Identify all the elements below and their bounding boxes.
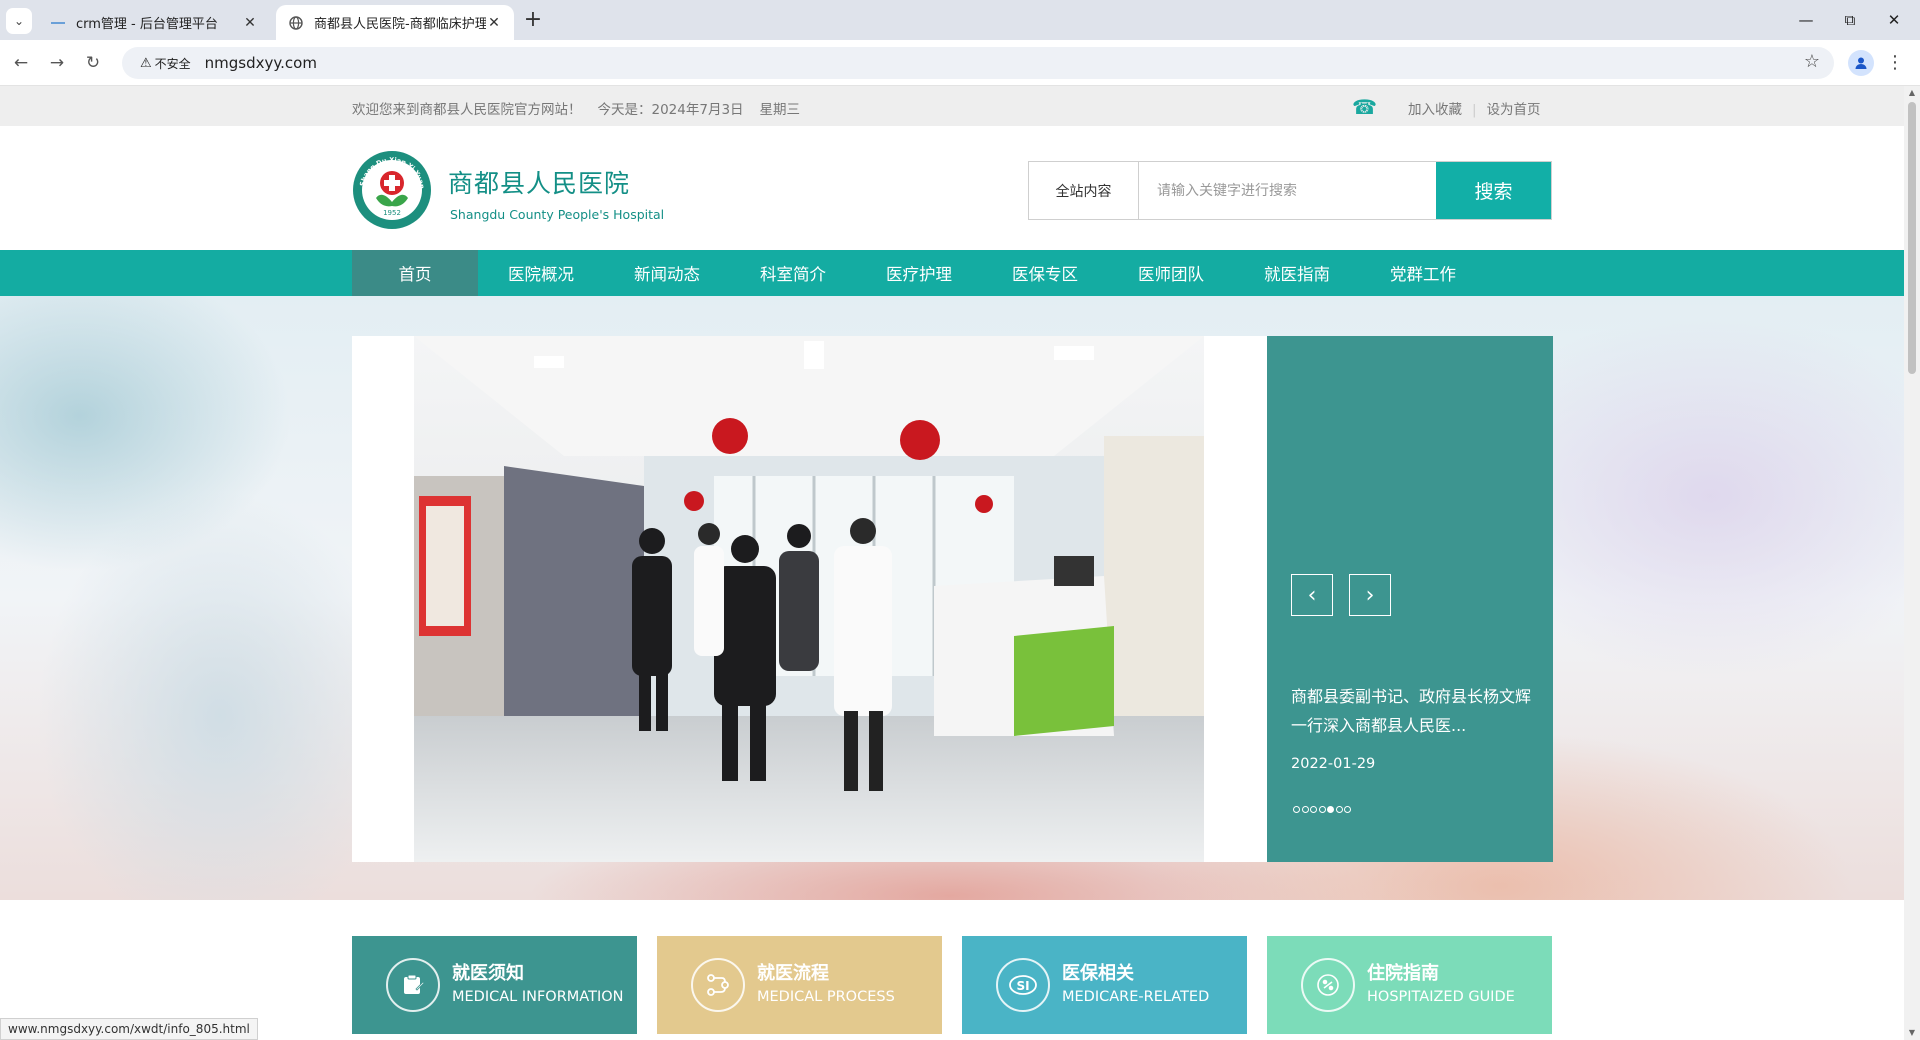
- tab-title: 商都县人民医院-商都临床护理: [314, 17, 486, 32]
- search-scope-select[interactable]: 全站内容: [1029, 162, 1139, 219]
- page-scrollbar[interactable]: ▲ ▼: [1904, 86, 1920, 1040]
- welcome-message: 欢迎您来到商都县人民医院官方网站！: [352, 102, 582, 118]
- address-bar[interactable]: ⚠ 不安全 nmgsdxyy.com ☆: [122, 47, 1834, 79]
- slide-info-panel: ‹ › 商都县委副书记、政府县长杨文辉一行深入商都县人民医... 2022-01…: [1267, 336, 1553, 862]
- page-viewport: 欢迎您来到商都县人民医院官方网站！ 今天是：2024年7月3日 星期三 ☎ 加入收藏…: [0, 86, 1904, 1040]
- hospital-name-en: Shangdu County People's Hospital: [450, 207, 665, 222]
- back-arrow-icon[interactable]: ←: [8, 50, 34, 76]
- hospitalized-icon: [1301, 958, 1355, 1012]
- card-medical-information[interactable]: 就医须知 MEDICAL INFORMATION: [352, 936, 637, 1034]
- tab-crm[interactable]: crm管理 - 后台管理平台 ✕: [38, 5, 270, 40]
- close-icon[interactable]: ✕: [486, 15, 502, 31]
- more-menu-icon[interactable]: ⋮: [1886, 50, 1904, 76]
- security-indicator[interactable]: ⚠ 不安全: [132, 51, 199, 75]
- card-subtitle: MEDICAL INFORMATION: [452, 989, 624, 1005]
- nav-item-nursing[interactable]: 医疗护理: [856, 250, 982, 296]
- card-title: 住院指南: [1367, 963, 1439, 984]
- nav-items: 首页 医院概况 新闻动态 科室简介 医疗护理 医保专区 医师团队 就医指南 党群…: [352, 250, 1486, 296]
- slide-dot[interactable]: [1335, 806, 1343, 813]
- slide-dot-active[interactable]: [1327, 806, 1334, 813]
- phone-icon: ☎: [1352, 95, 1377, 119]
- welcome-text: 欢迎您来到商都县人民医院官方网站！ 今天是：2024年7月3日 星期三: [352, 98, 816, 118]
- svg-text:1952: 1952: [383, 209, 401, 217]
- nav-item-guide[interactable]: 就医指南: [1234, 250, 1360, 296]
- card-title: 医保相关: [1062, 963, 1134, 984]
- crm-favicon-icon: [50, 15, 66, 31]
- slide-title[interactable]: 商都县委副书记、政府县长杨文辉一行深入商都县人民医...: [1291, 682, 1539, 740]
- weekday: 星期三: [759, 102, 801, 118]
- minimize-icon[interactable]: —: [1786, 6, 1826, 34]
- new-tab-button[interactable]: +: [520, 8, 546, 34]
- scroll-down-icon[interactable]: ▼: [1908, 1028, 1916, 1037]
- quick-links: 就医须知 MEDICAL INFORMATION 就医流程 MEDICAL PR…: [352, 936, 1552, 1040]
- nav-item-home[interactable]: 首页: [352, 250, 478, 296]
- slide-photo[interactable]: [414, 336, 1204, 862]
- main-nav: 首页 医院概况 新闻动态 科室简介 医疗护理 医保专区 医师团队 就医指南 党群…: [0, 250, 1904, 296]
- card-subtitle: MEDICARE-RELATED: [1062, 989, 1210, 1005]
- hero-banner: ‹ › 商都县委副书记、政府县长杨文辉一行深入商都县人民医... 2022-01…: [0, 296, 1904, 900]
- tab-hospital[interactable]: 商都县人民医院-商都临床护理 ✕: [276, 5, 514, 40]
- reload-icon[interactable]: ↻: [80, 50, 106, 76]
- tab-title: crm管理 - 后台管理平台: [76, 17, 218, 32]
- process-icon: [691, 958, 745, 1012]
- search-button[interactable]: 搜索: [1436, 162, 1551, 219]
- divider: |: [1472, 102, 1477, 118]
- hospital-logo[interactable]: Shang Du Xian Yi Yuan 1952: [352, 150, 432, 230]
- close-icon[interactable]: ✕: [242, 15, 258, 31]
- slide-dot[interactable]: [1293, 806, 1300, 813]
- card-medical-process[interactable]: 就医流程 MEDICAL PROCESS: [657, 936, 942, 1034]
- forward-arrow-icon[interactable]: →: [44, 50, 70, 76]
- card-subtitle: MEDICAL PROCESS: [757, 989, 895, 1005]
- card-subtitle: HOSPITAIZED GUIDE: [1367, 989, 1515, 1005]
- nav-item-news[interactable]: 新闻动态: [604, 250, 730, 296]
- prev-slide-button[interactable]: ‹: [1291, 574, 1333, 616]
- notice-icon: [386, 958, 440, 1012]
- globe-icon: [288, 15, 304, 31]
- insecure-label: 不安全: [154, 56, 191, 71]
- search-input[interactable]: [1139, 162, 1436, 219]
- url-text[interactable]: nmgsdxyy.com: [205, 54, 317, 72]
- slide-dot[interactable]: [1344, 806, 1351, 813]
- browser-tab-bar: ⌄ crm管理 - 后台管理平台 ✕ 商都县人民医院-商都临床护理 ✕ + — …: [0, 0, 1920, 40]
- chevron-right-icon: ›: [1365, 582, 1375, 608]
- tab-search-button[interactable]: ⌄: [6, 8, 32, 34]
- svg-text:SI: SI: [1016, 979, 1029, 993]
- top-info-bar: 欢迎您来到商都县人民医院官方网站！ 今天是：2024年7月3日 星期三 ☎ 加入收藏…: [0, 86, 1904, 126]
- chevron-down-icon: ⌄: [13, 14, 25, 28]
- browser-toolbar: ← → ↻ ⚠ 不安全 nmgsdxyy.com ☆ ⋮: [0, 40, 1920, 86]
- card-title: 就医须知: [452, 963, 524, 984]
- next-slide-button[interactable]: ›: [1349, 574, 1391, 616]
- site-search: 全站内容 搜索: [1028, 161, 1552, 220]
- nav-item-departments[interactable]: 科室简介: [730, 250, 856, 296]
- slide-date: 2022-01-29: [1291, 756, 1376, 772]
- nav-item-doctors[interactable]: 医师团队: [1108, 250, 1234, 296]
- chevron-left-icon: ‹: [1307, 582, 1317, 608]
- window-close-icon[interactable]: ✕: [1874, 6, 1914, 34]
- set-homepage-link[interactable]: 设为首页: [1487, 102, 1541, 118]
- bookmark-star-icon[interactable]: ☆: [1804, 51, 1820, 72]
- slide-pagination: [1293, 806, 1351, 813]
- card-medicare-related[interactable]: SI 医保相关 MEDICARE-RELATED: [962, 936, 1247, 1034]
- restore-icon[interactable]: ⧉: [1830, 6, 1870, 34]
- profile-avatar-icon[interactable]: [1848, 50, 1874, 76]
- top-links: 加入收藏 | 设为首页: [1408, 98, 1541, 118]
- slide-dot[interactable]: [1310, 806, 1317, 813]
- slide-dot[interactable]: [1301, 806, 1309, 813]
- hospital-name[interactable]: 商都县人民医院: [448, 164, 630, 200]
- scroll-up-icon[interactable]: ▲: [1908, 88, 1916, 97]
- nav-item-party[interactable]: 党群工作: [1360, 250, 1486, 296]
- site-header: Shang Du Xian Yi Yuan 1952 商都县人民医院 Shang…: [0, 126, 1904, 250]
- add-bookmark-link[interactable]: 加入收藏: [1408, 102, 1462, 118]
- hospital-lobby-photo: [414, 336, 1204, 862]
- link-status-bar: www.nmgsdxyy.com/xwdt/info_805.html: [0, 1018, 258, 1040]
- today-date: 今天是：2024年7月3日: [597, 102, 744, 118]
- slide-dot[interactable]: [1318, 806, 1326, 813]
- scroll-thumb[interactable]: [1908, 102, 1916, 374]
- nav-item-medicare[interactable]: 医保专区: [982, 250, 1108, 296]
- warning-icon: ⚠: [140, 55, 152, 71]
- card-hospitalized-guide[interactable]: 住院指南 HOSPITAIZED GUIDE: [1267, 936, 1552, 1034]
- card-title: 就医流程: [757, 963, 829, 984]
- medicare-icon: SI: [996, 958, 1050, 1012]
- nav-item-overview[interactable]: 医院概况: [478, 250, 604, 296]
